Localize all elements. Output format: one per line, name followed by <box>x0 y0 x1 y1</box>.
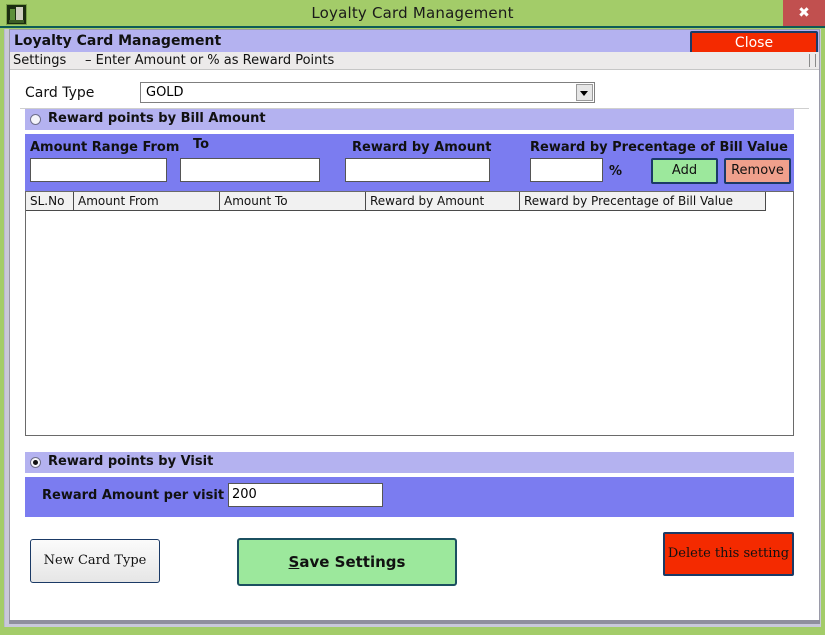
grid-col-reward-percentage[interactable]: Reward by Precentage of Bill Value <box>520 192 766 211</box>
grid-col-reward-amount[interactable]: Reward by Amount <box>366 192 520 211</box>
reward-by-bill-amount-option[interactable]: Reward points by Bill Amount <box>25 109 794 130</box>
grid-col-amount-from[interactable]: Amount From <box>74 192 220 211</box>
application-window: Loyalty Card Management ✖ Loyalty Card M… <box>0 0 825 635</box>
radio-visit-label: Reward points by Visit <box>48 454 214 469</box>
grid-body[interactable] <box>26 211 793 435</box>
reward-rules-grid[interactable]: SL.No Amount From Amount To Reward by Am… <box>25 191 794 436</box>
delete-setting-button[interactable]: Delete this setting <box>663 532 794 576</box>
save-label-rest: ave Settings <box>299 553 406 571</box>
page-title: Loyalty Card Management <box>14 33 222 49</box>
settings-hint: – Enter Amount or % as Reward Points <box>85 53 335 68</box>
reward-by-amount-input[interactable] <box>345 158 490 182</box>
close-button[interactable]: Close <box>690 31 818 54</box>
grid-col-amount-to[interactable]: Amount To <box>220 192 366 211</box>
grid-col-slno[interactable]: SL.No <box>26 192 74 211</box>
save-accelerator: S <box>288 553 300 571</box>
amount-to-input[interactable] <box>180 158 320 182</box>
reward-by-amount-label: Reward by Amount <box>352 140 492 155</box>
reward-by-percentage-label: Reward by Precentage of Bill Value <box>530 140 788 155</box>
radio-bill-amount[interactable] <box>30 114 41 125</box>
reward-amount-per-visit-input[interactable]: 200 <box>228 483 383 507</box>
title-bar: Loyalty Card Management ✖ <box>0 0 825 28</box>
settings-label: Settings <box>13 53 67 68</box>
card-type-label: Card Type <box>25 85 95 101</box>
radio-bill-amount-label: Reward points by Bill Amount <box>48 111 266 126</box>
window-close-icon[interactable]: ✖ <box>783 0 825 26</box>
amount-from-label: Amount Range From <box>30 140 180 155</box>
remove-button[interactable]: Remove <box>724 158 791 184</box>
bill-amount-entry-panel: Amount Range From To Reward by Amount Re… <box>25 134 794 191</box>
visit-reward-panel: Reward Amount per visit 200 <box>25 477 794 517</box>
amount-from-input[interactable] <box>30 158 167 182</box>
chevron-down-icon[interactable] <box>576 84 593 101</box>
settings-bar: Settings – Enter Amount or % as Reward P… <box>10 52 819 70</box>
add-button[interactable]: Add <box>651 158 718 184</box>
window-title: Loyalty Card Management <box>311 4 514 22</box>
new-card-type-button[interactable]: New Card Type <box>30 539 160 583</box>
titlebar-accent-strip <box>0 26 825 28</box>
percent-sign-label: % <box>609 164 623 179</box>
form-bottom-bevel <box>9 620 820 624</box>
reward-by-percentage-input[interactable] <box>530 158 603 182</box>
radio-visit[interactable] <box>30 457 41 468</box>
resize-grip-icon[interactable] <box>809 54 816 67</box>
card-type-select[interactable]: GOLD <box>140 82 595 103</box>
save-settings-button[interactable]: Save Settings <box>237 538 457 586</box>
form-header-band: Loyalty Card Management Close <box>10 30 819 54</box>
reward-amount-per-visit-label: Reward Amount per visit <box>42 488 225 503</box>
card-type-value: GOLD <box>146 85 184 100</box>
reward-by-visit-option[interactable]: Reward points by Visit <box>25 452 794 473</box>
grid-header-row: SL.No Amount From Amount To Reward by Am… <box>26 192 793 211</box>
amount-to-label: To <box>193 137 210 152</box>
